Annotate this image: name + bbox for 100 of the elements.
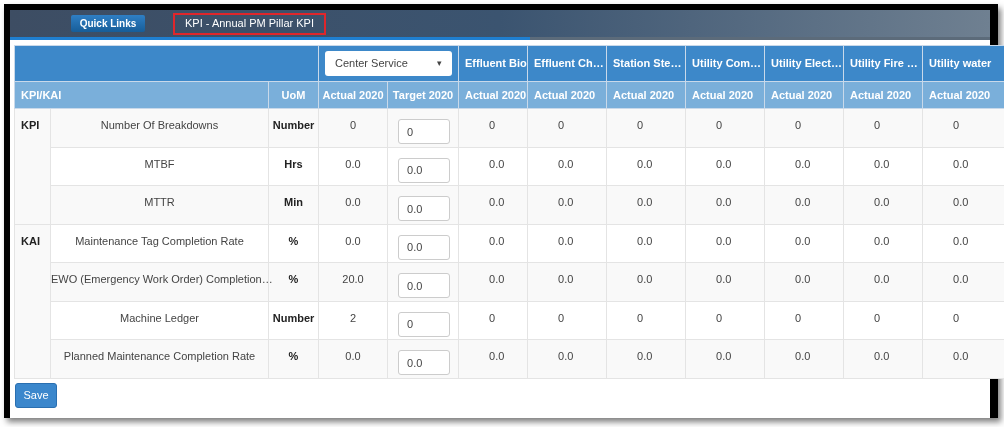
unit-label: Number: [272, 119, 315, 131]
column-header: Actual 2020: [929, 88, 991, 101]
table-cell: 0: [558, 119, 565, 131]
table-cell: 0.0: [558, 350, 574, 362]
table-cell: 0: [874, 311, 881, 324]
table-cell: 0.0: [558, 273, 574, 285]
column-header: Utility Com…: [692, 57, 762, 70]
column-header: Utility Fire …: [850, 57, 918, 70]
column-header: Target 2020: [392, 88, 454, 101]
kpi-name: Machine Ledger: [120, 311, 199, 324]
table-cell: 0.0: [345, 234, 361, 247]
kpi-name: Number Of Breakdowns: [100, 119, 219, 131]
group-label: KAI: [21, 234, 40, 247]
kpi-name: MTTR: [144, 196, 175, 208]
table-cell: 0.0: [558, 196, 574, 208]
unit-label: %: [288, 234, 299, 247]
table-cell: 0.0: [489, 196, 505, 208]
column-header: Actual 2020: [850, 88, 912, 101]
group-label: KPI: [21, 119, 40, 131]
table-cell: 0.0: [637, 350, 653, 362]
target-input[interactable]: 0: [398, 311, 450, 337]
page-title: KPI - Annual PM Pillar KPI: [173, 12, 326, 35]
table-cell: 0.0: [874, 196, 890, 208]
table-cell: 0.0: [953, 234, 969, 247]
column-header: Actual 2020: [534, 88, 596, 101]
kpi-name: MTBF: [144, 157, 175, 170]
target-input[interactable]: 0: [398, 119, 450, 144]
column-header: Effluent Bio: [465, 57, 527, 70]
table-cell: 0: [953, 311, 960, 324]
table-cell: 0.0: [716, 273, 732, 285]
table-cell: 0.0: [795, 350, 811, 362]
column-header: Utility water: [929, 57, 992, 70]
table-cell: 0.0: [489, 350, 505, 362]
unit-label: Number: [272, 311, 315, 324]
table-cell: 0.0: [716, 157, 732, 170]
target-input[interactable]: 0.0: [398, 273, 450, 298]
table-cell: 0.0: [637, 157, 653, 170]
column-header: Actual 2020: [465, 88, 527, 101]
table-cell: 0.0: [716, 234, 732, 247]
table-cell: 0.0: [953, 157, 969, 170]
table-cell: 0: [637, 119, 644, 131]
kpi-name: EWO (Emergency Work Order) Completion…: [51, 273, 273, 285]
unit-label: Hrs: [284, 157, 303, 170]
column-header: Actual 2020: [322, 88, 384, 101]
unit-label: Min: [284, 196, 303, 208]
save-button[interactable]: Save: [15, 382, 57, 408]
target-input[interactable]: 0.0: [398, 350, 450, 375]
table-cell: 0: [716, 119, 723, 131]
table-cell: 0.0: [637, 234, 653, 247]
target-input[interactable]: 0.0: [398, 196, 450, 221]
table-cell: 0: [953, 119, 960, 131]
table-cell: 0.0: [953, 273, 969, 285]
table-cell: 0.0: [489, 157, 505, 170]
table-cell: 0.0: [637, 196, 653, 208]
table-cell: 0.0: [874, 350, 890, 362]
table-cell: 0: [874, 119, 881, 131]
table-cell: 0: [349, 119, 357, 131]
table-cell: 0: [489, 119, 496, 131]
table-cell: 0: [558, 311, 565, 324]
center-dropdown[interactable]: Center Service ▾: [325, 51, 453, 76]
target-input[interactable]: 0.0: [398, 234, 450, 260]
column-header: Effluent Ch…: [534, 57, 604, 70]
unit-label: %: [288, 273, 299, 285]
table-cell: 0.0: [489, 234, 505, 247]
table-cell: 0: [795, 119, 802, 131]
table-cell: 0.0: [345, 196, 361, 208]
table-cell: 0.0: [795, 196, 811, 208]
column-header: Actual 2020: [613, 88, 675, 101]
quick-links-button[interactable]: Quick Links: [71, 15, 145, 32]
column-header: Utility Elect…: [771, 57, 842, 70]
table-cell: 0: [716, 311, 723, 324]
table-cell: 0.0: [558, 234, 574, 247]
table-cell: 0.0: [953, 350, 969, 362]
column-header: UoM: [281, 88, 306, 101]
table-cell: 0.0: [874, 234, 890, 247]
table-cell: 0.0: [953, 196, 969, 208]
table-cell: 0.0: [795, 273, 811, 285]
column-header: KPI/KAI: [21, 88, 62, 101]
table-cell: 0.0: [795, 234, 811, 247]
table-cell: 0.0: [795, 157, 811, 170]
table-cell: 0.0: [874, 157, 890, 170]
table-cell: 0.0: [345, 157, 361, 170]
table-cell: 0: [489, 311, 496, 324]
table-cell: 0.0: [558, 157, 574, 170]
unit-label: %: [288, 350, 299, 362]
table-cell: 0.0: [637, 273, 653, 285]
column-header: Station Ste…: [613, 57, 682, 70]
table-cell: 0.0: [345, 350, 361, 362]
table-cell: 0.0: [716, 350, 732, 362]
kpi-name: Planned Maintenance Completion Rate: [63, 350, 256, 362]
table-cell: 0.0: [489, 273, 505, 285]
table-cell: 0: [637, 311, 644, 324]
table-cell: 0.0: [874, 273, 890, 285]
column-header: Actual 2020: [771, 88, 833, 101]
column-header: Actual 2020: [692, 88, 754, 101]
kpi-name: Maintenance Tag Completion Rate: [75, 234, 244, 247]
table-cell: 0: [795, 311, 802, 324]
table-cell: 20.0: [342, 273, 364, 285]
table-cell: 0.0: [716, 196, 732, 208]
target-input[interactable]: 0.0: [398, 157, 450, 183]
